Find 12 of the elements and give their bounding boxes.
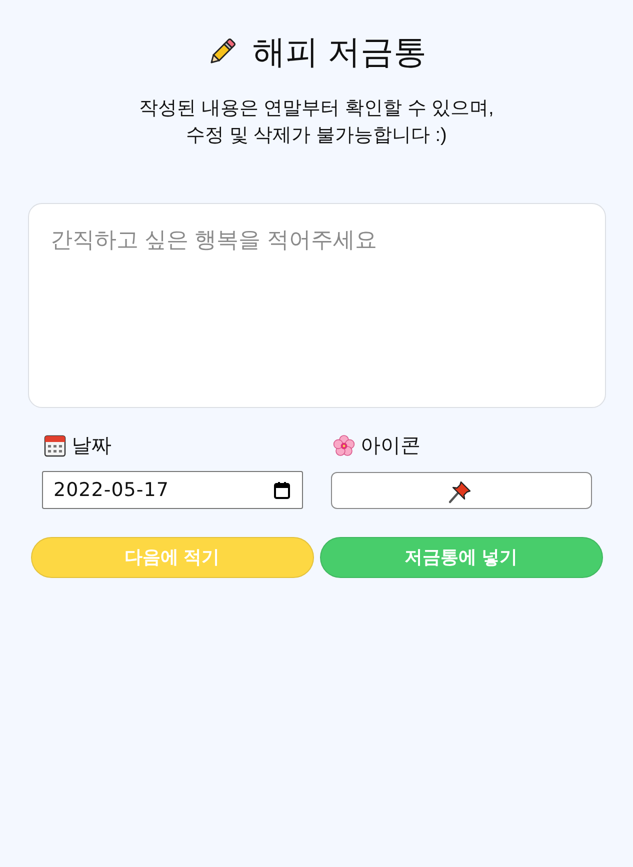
date-field[interactable]: 2022-05-17 [42,471,302,509]
action-button[interactable]: 저금통에 넣기 [320,537,602,578]
app-title: 해피 저금통 [252,32,427,72]
notice-text: 작성된 내용은 연말부터 확인할 수 있으며, 수정 및 삭제가 불가능합니다 :) [139,97,494,148]
calendar-icon [44,435,66,457]
entry-textarea[interactable]: 간직하고 싶은 행복을 적어주세요 [28,203,606,408]
field-label: 날짜 [72,434,112,458]
icon-picker-button[interactable] [330,472,592,509]
field-label: 아이콘 [360,434,420,458]
cherry-blossom-icon [332,435,354,457]
action-button[interactable]: 다음에 적기 [30,537,314,578]
calendar-icon[interactable] [274,482,290,498]
